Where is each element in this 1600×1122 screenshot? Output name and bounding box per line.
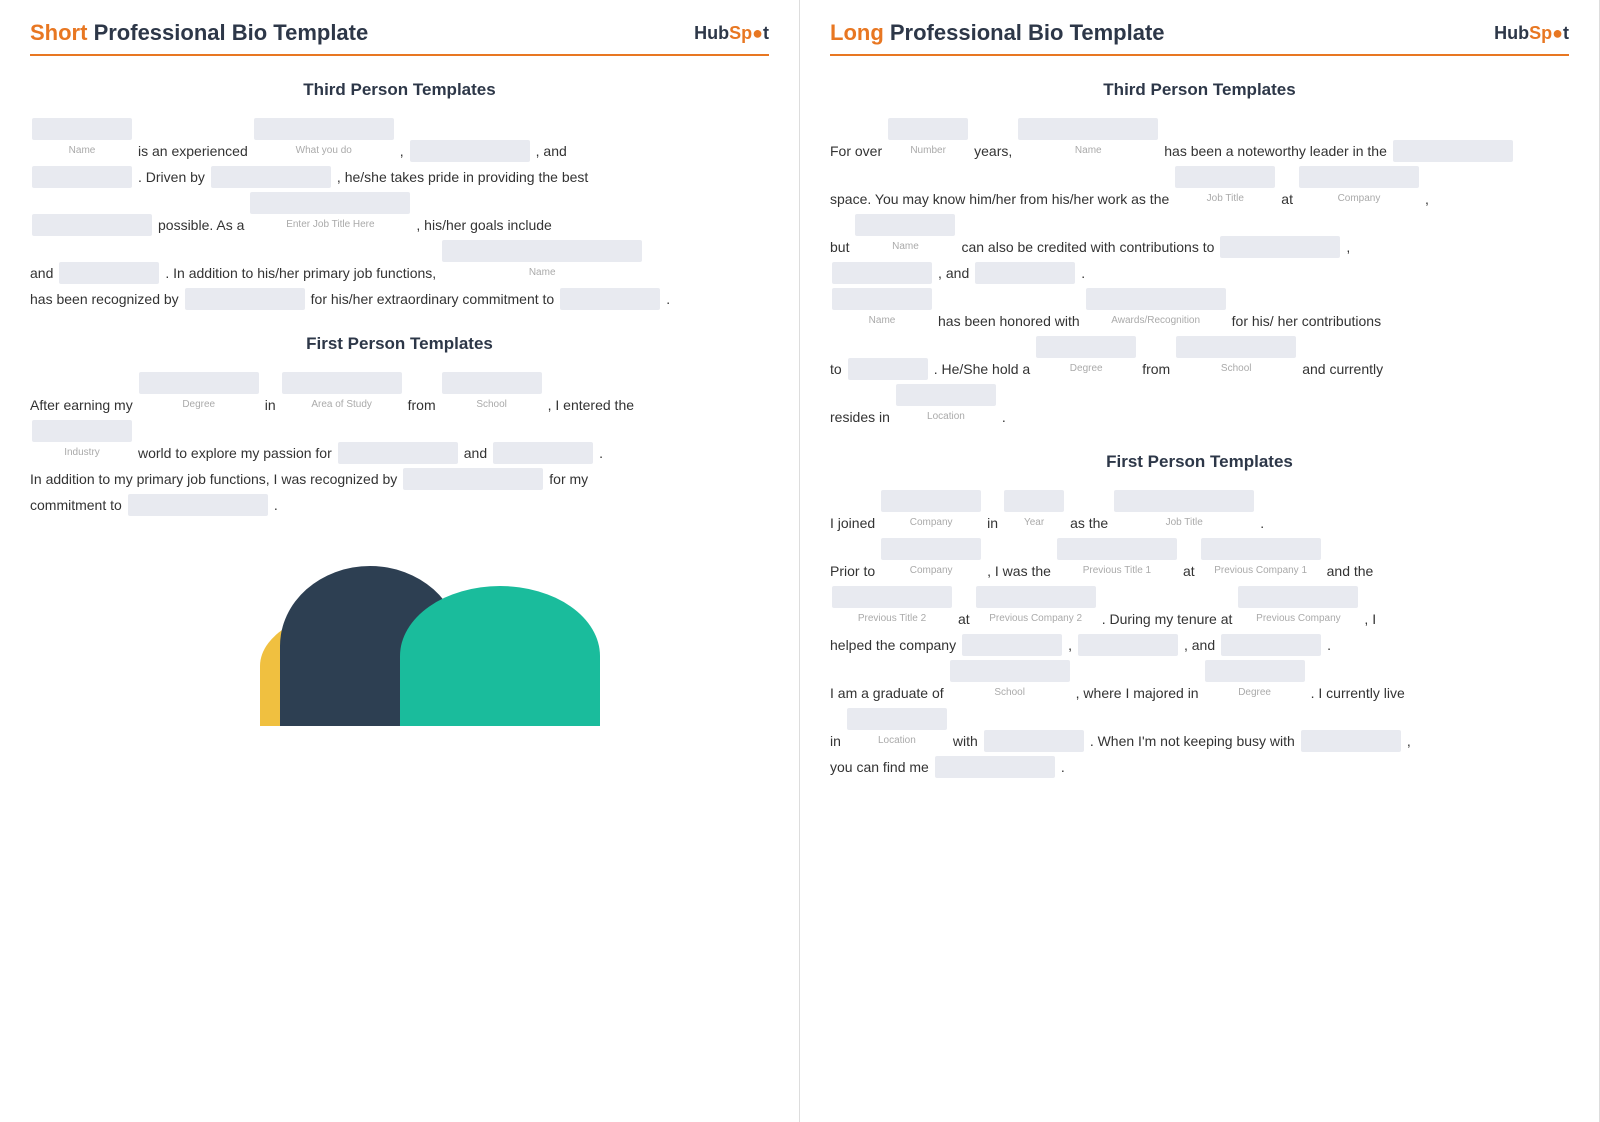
field-lf-blank3[interactable] bbox=[1221, 634, 1321, 656]
short-third-template: Name is an experienced What you do , , a… bbox=[30, 118, 769, 310]
long-title: Long Professional Bio Template bbox=[830, 20, 1165, 46]
field-blank1[interactable] bbox=[410, 140, 530, 162]
long-first-line2: Prior to Company , I was the Previous Ti… bbox=[830, 538, 1569, 582]
short-third-line4: and . In addition to his/her primary job… bbox=[30, 240, 769, 284]
long-third-template: For over Number years, Name has been a n… bbox=[830, 118, 1569, 428]
field-name[interactable]: Name bbox=[32, 118, 132, 162]
long-third-line2: space. You may know him/her from his/her… bbox=[830, 166, 1569, 210]
long-third-line6: to . He/She hold a Degree from School an… bbox=[830, 336, 1569, 380]
field-jobtitle[interactable]: Job Title bbox=[1175, 166, 1275, 210]
short-third-line2: . Driven by , he/she takes pride in prov… bbox=[30, 166, 769, 188]
field-blank-l4a[interactable] bbox=[832, 262, 932, 284]
field-lf-company[interactable]: Company bbox=[881, 490, 981, 534]
field-awards[interactable]: Awards/Recognition bbox=[1086, 288, 1226, 332]
field-blank6[interactable] bbox=[185, 288, 305, 310]
long-first-heading: First Person Templates bbox=[830, 452, 1569, 472]
field-lf-blank5[interactable] bbox=[1301, 730, 1401, 752]
field-lf-prevcompany1[interactable]: Previous Company 1 bbox=[1201, 538, 1321, 582]
field-lf-company2[interactable]: Company bbox=[881, 538, 981, 582]
field-blank-l1[interactable] bbox=[1393, 140, 1513, 162]
field-lf-blank2[interactable] bbox=[1078, 634, 1178, 656]
long-first-template: I joined Company in Year as the Job Titl… bbox=[830, 490, 1569, 778]
short-first-template: After earning my Degree in Area of Study… bbox=[30, 372, 769, 516]
short-first-line4: commitment to . bbox=[30, 494, 769, 516]
field-lf-year[interactable]: Year bbox=[1004, 490, 1064, 534]
short-accent: Short bbox=[30, 20, 87, 45]
field-blank5[interactable] bbox=[59, 262, 159, 284]
long-first-line7: you can find me . bbox=[830, 756, 1569, 778]
field-blank2[interactable] bbox=[32, 166, 132, 188]
short-hubspot-logo: HubSp●t bbox=[694, 23, 769, 44]
long-header: Long Professional Bio Template HubSp●t bbox=[830, 20, 1569, 56]
long-third-line1: For over Number years, Name has been a n… bbox=[830, 118, 1569, 162]
long-third-line3: but Name can also be credited with contr… bbox=[830, 214, 1569, 258]
field-company[interactable]: Company bbox=[1299, 166, 1419, 210]
field-lf-blank4[interactable] bbox=[984, 730, 1084, 752]
field-blank-l6a[interactable] bbox=[848, 358, 928, 380]
short-first-line2: Industry world to explore my passion for… bbox=[30, 420, 769, 464]
field-lf-degree[interactable]: Degree bbox=[1205, 660, 1305, 704]
short-first-heading: First Person Templates bbox=[30, 334, 769, 354]
short-first-line1: After earning my Degree in Area of Study… bbox=[30, 372, 769, 416]
field-lf-school[interactable]: School bbox=[950, 660, 1070, 704]
field-blank10[interactable] bbox=[403, 468, 543, 490]
long-panel: Long Professional Bio Template HubSp●t T… bbox=[800, 0, 1600, 1122]
name-box[interactable] bbox=[32, 118, 132, 140]
field-school[interactable]: School bbox=[442, 372, 542, 416]
field-long-name3[interactable]: Name bbox=[832, 288, 932, 332]
field-blank-l4b[interactable] bbox=[975, 262, 1075, 284]
short-header: Short Professional Bio Template HubSp●t bbox=[30, 20, 769, 56]
field-blank3[interactable] bbox=[211, 166, 331, 188]
long-first-line5: I am a graduate of School , where I majo… bbox=[830, 660, 1569, 704]
field-long-name[interactable]: Name bbox=[1018, 118, 1158, 162]
shape-container bbox=[200, 546, 600, 726]
field-blank7[interactable] bbox=[560, 288, 660, 310]
long-first-line1: I joined Company in Year as the Job Titl… bbox=[830, 490, 1569, 534]
bottom-illustration bbox=[30, 546, 769, 726]
field-industry[interactable]: Industry bbox=[32, 420, 132, 464]
field-long-location[interactable]: Location bbox=[896, 384, 996, 428]
short-title: Short Professional Bio Template bbox=[30, 20, 368, 46]
long-first-line4: helped the company , , and . bbox=[830, 634, 1569, 656]
field-blank4[interactable] bbox=[32, 214, 152, 236]
field-lf-prevcompany[interactable]: Previous Company bbox=[1238, 586, 1358, 630]
field-name2[interactable]: Name bbox=[442, 240, 642, 284]
field-long-school[interactable]: School bbox=[1176, 336, 1296, 380]
short-third-line3: possible. As a Enter Job Title Here , hi… bbox=[30, 192, 769, 236]
field-entertitle[interactable]: Enter Job Title Here bbox=[250, 192, 410, 236]
short-third-line1: Name is an experienced What you do , , a… bbox=[30, 118, 769, 162]
short-panel: Short Professional Bio Template HubSp●t … bbox=[0, 0, 800, 1122]
long-third-line7: resides in Location . bbox=[830, 384, 1569, 428]
long-first-line3: Previous Title 2 at Previous Company 2 .… bbox=[830, 586, 1569, 630]
field-lf-blank1[interactable] bbox=[962, 634, 1062, 656]
short-third-line5: has been recognized by for his/her extra… bbox=[30, 288, 769, 310]
field-lf-prevcompany2[interactable]: Previous Company 2 bbox=[976, 586, 1096, 630]
field-lf-location[interactable]: Location bbox=[847, 708, 947, 752]
long-accent: Long bbox=[830, 20, 884, 45]
long-third-line5: Name has been honored with Awards/Recogn… bbox=[830, 288, 1569, 332]
field-areastudy[interactable]: Area of Study bbox=[282, 372, 402, 416]
field-lf-prevtitle1[interactable]: Previous Title 1 bbox=[1057, 538, 1177, 582]
field-whatyoudo[interactable]: What you do bbox=[254, 118, 394, 162]
shape-teal bbox=[400, 586, 600, 726]
field-lf-prevtitle2[interactable]: Previous Title 2 bbox=[832, 586, 952, 630]
long-first-line6: in Location with . When I'm not keeping … bbox=[830, 708, 1569, 752]
long-hubspot-logo: HubSp●t bbox=[1494, 23, 1569, 44]
short-first-line3: In addition to my primary job functions,… bbox=[30, 468, 769, 490]
field-degree[interactable]: Degree bbox=[139, 372, 259, 416]
field-lf-blank6[interactable] bbox=[935, 756, 1055, 778]
field-blank8[interactable] bbox=[338, 442, 458, 464]
short-third-heading: Third Person Templates bbox=[30, 80, 769, 100]
field-number[interactable]: Number bbox=[888, 118, 968, 162]
field-blank9[interactable] bbox=[493, 442, 593, 464]
field-long-degree[interactable]: Degree bbox=[1036, 336, 1136, 380]
field-blank11[interactable] bbox=[128, 494, 268, 516]
long-third-line4: , and . bbox=[830, 262, 1569, 284]
field-lf-jobtitle[interactable]: Job Title bbox=[1114, 490, 1254, 534]
field-long-name2[interactable]: Name bbox=[855, 214, 955, 258]
field-blank-l3a[interactable] bbox=[1220, 236, 1340, 258]
long-third-heading: Third Person Templates bbox=[830, 80, 1569, 100]
